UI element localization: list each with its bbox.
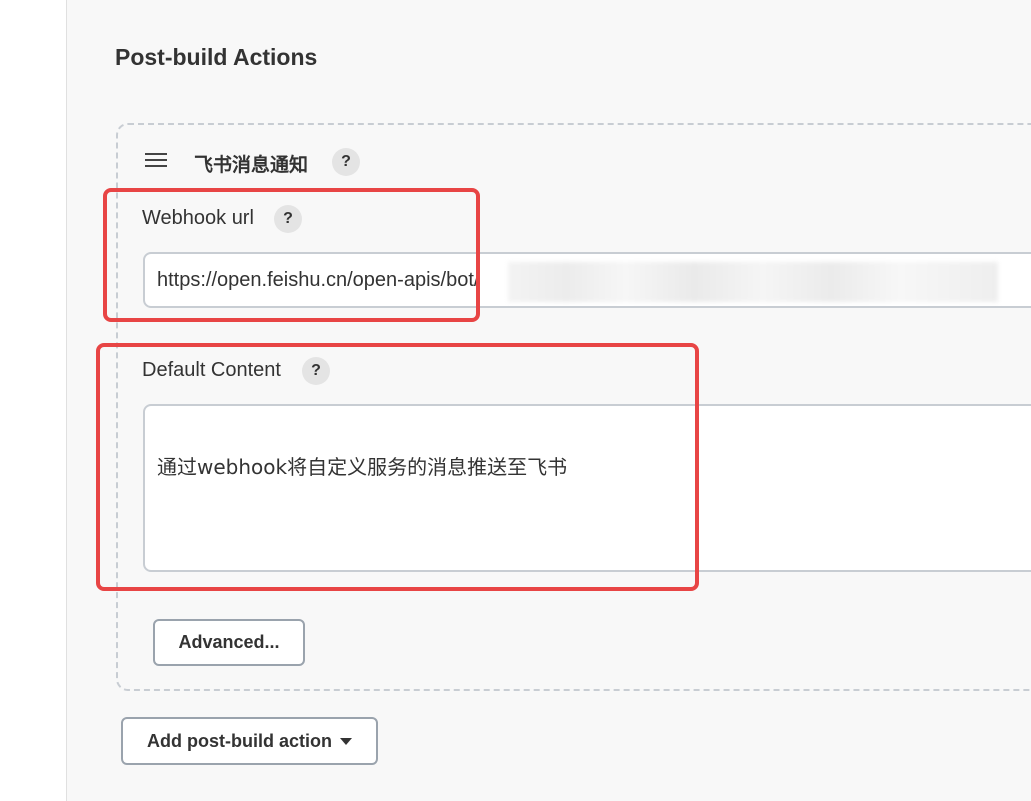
- webhook-help-icon[interactable]: ?: [274, 205, 302, 233]
- add-post-build-action-label: Add post-build action: [147, 730, 332, 751]
- block-title: 飞书消息通知: [194, 154, 309, 176]
- webhook-url-label: Webhook url: [142, 207, 254, 229]
- add-post-build-action-button[interactable]: Add post-build action: [121, 717, 378, 765]
- drag-handle-icon[interactable]: [145, 153, 167, 171]
- default-content-label: Default Content: [142, 359, 281, 381]
- section-title: Post-build Actions: [115, 44, 318, 70]
- advanced-button[interactable]: Advanced...: [153, 619, 305, 666]
- default-content-help-icon[interactable]: ?: [302, 357, 330, 385]
- caret-down-icon: [339, 737, 352, 745]
- left-sidebar: [0, 0, 67, 801]
- default-content-textarea[interactable]: 通过webhook将自定义服务的消息推送至飞书: [143, 404, 1031, 572]
- redacted-token: [508, 262, 998, 302]
- block-help-icon[interactable]: ?: [332, 148, 360, 176]
